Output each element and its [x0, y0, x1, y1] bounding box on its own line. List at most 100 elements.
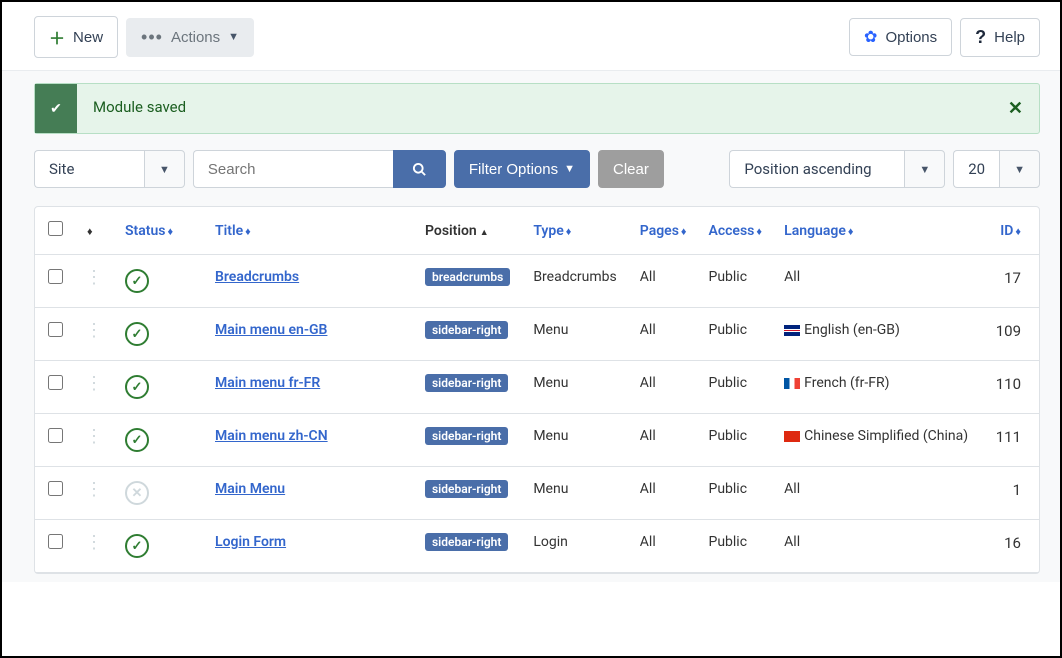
- pages-cell: All: [630, 308, 699, 361]
- chevron-down-icon: ▼: [228, 31, 239, 43]
- pages-cell: All: [630, 255, 699, 308]
- select-all-checkbox[interactable]: [48, 221, 63, 236]
- toolbar: ＋ New ••• Actions ▼ ✿ Options ? Help: [2, 2, 1060, 70]
- drag-handle-icon[interactable]: ⋮: [85, 532, 103, 553]
- column-status[interactable]: Status♦: [115, 207, 205, 255]
- sort-icon: ♦: [756, 225, 762, 238]
- filter-bar: Site ▼ Filter Options ▼ Clear Position a…: [34, 150, 1040, 188]
- language-cell: All: [774, 520, 984, 573]
- status-toggle[interactable]: ✓: [125, 375, 149, 399]
- sort-icon: ♦: [167, 225, 173, 238]
- sort-icon: ♦: [566, 225, 572, 238]
- access-cell: Public: [698, 255, 774, 308]
- new-button[interactable]: ＋ New: [34, 16, 118, 58]
- module-title-link[interactable]: Main Menu: [215, 481, 285, 497]
- filter-options-button[interactable]: Filter Options ▼: [454, 150, 590, 188]
- row-checkbox[interactable]: [48, 269, 63, 284]
- id-cell: 110: [984, 361, 1039, 414]
- position-badge[interactable]: sidebar-right: [425, 480, 508, 498]
- position-badge[interactable]: sidebar-right: [425, 533, 508, 551]
- alert-message: Module saved: [77, 84, 992, 133]
- success-alert: ✔ Module saved ✕: [34, 83, 1040, 134]
- language-cell: French (fr-FR): [774, 361, 984, 414]
- status-toggle[interactable]: ✕: [125, 481, 149, 505]
- limit-select-value: 20: [953, 150, 999, 188]
- status-toggle[interactable]: ✓: [125, 428, 149, 452]
- client-select-toggle[interactable]: ▼: [144, 150, 185, 188]
- column-language[interactable]: Language♦: [774, 207, 984, 255]
- search-button[interactable]: [393, 150, 446, 188]
- client-select[interactable]: Site ▼: [34, 150, 185, 188]
- access-cell: Public: [698, 414, 774, 467]
- clear-button[interactable]: Clear: [598, 150, 664, 188]
- new-button-label: New: [73, 29, 103, 46]
- column-access[interactable]: Access♦: [698, 207, 774, 255]
- id-cell: 17: [984, 255, 1039, 308]
- table-row: ⋮ ✓ Main menu fr-FR sidebar-right Menu A…: [35, 361, 1039, 414]
- status-toggle[interactable]: ✓: [125, 534, 149, 558]
- pages-cell: All: [630, 467, 699, 520]
- status-toggle[interactable]: ✓: [125, 269, 149, 293]
- module-title-link[interactable]: Breadcrumbs: [215, 269, 299, 285]
- column-ordering[interactable]: ♦: [75, 207, 115, 255]
- position-badge[interactable]: sidebar-right: [425, 427, 508, 445]
- drag-handle-icon[interactable]: ⋮: [85, 320, 103, 341]
- options-button-label: Options: [885, 29, 937, 46]
- chevron-down-icon: ▼: [159, 163, 170, 176]
- search-icon: [412, 162, 427, 177]
- column-id[interactable]: ID♦: [984, 207, 1039, 255]
- sort-icon: ♦: [848, 225, 854, 238]
- check-circle-icon: ✔: [50, 101, 62, 117]
- drag-handle-icon[interactable]: ⋮: [85, 267, 103, 288]
- modules-table: ♦ Status♦ Title♦ Position▲ Type♦ Pages♦ …: [34, 206, 1040, 574]
- help-button-label: Help: [994, 29, 1025, 46]
- row-checkbox[interactable]: [48, 428, 63, 443]
- alert-icon-box: ✔: [35, 84, 77, 133]
- sort-asc-icon: ▲: [480, 228, 489, 238]
- sort-select[interactable]: Position ascending ▼: [729, 150, 945, 188]
- drag-handle-icon[interactable]: ⋮: [85, 426, 103, 447]
- access-cell: Public: [698, 520, 774, 573]
- column-title[interactable]: Title♦: [205, 207, 415, 255]
- module-title-link[interactable]: Main menu fr-FR: [215, 375, 320, 391]
- limit-select-toggle[interactable]: ▼: [999, 150, 1040, 188]
- help-button[interactable]: ? Help: [960, 18, 1040, 57]
- search-input[interactable]: [193, 150, 393, 188]
- module-title-link[interactable]: Login Form: [215, 534, 286, 550]
- row-checkbox[interactable]: [48, 322, 63, 337]
- chevron-down-icon: ▼: [564, 163, 575, 175]
- close-alert-button[interactable]: ✕: [992, 84, 1039, 133]
- filter-options-label: Filter Options: [469, 161, 558, 178]
- actions-button[interactable]: ••• Actions ▼: [126, 18, 254, 57]
- module-title-link[interactable]: Main menu en-GB: [215, 322, 327, 338]
- language-cell: All: [774, 467, 984, 520]
- drag-handle-icon[interactable]: ⋮: [85, 373, 103, 394]
- position-badge[interactable]: sidebar-right: [425, 321, 508, 339]
- type-cell: Menu: [523, 467, 629, 520]
- column-type[interactable]: Type♦: [523, 207, 629, 255]
- row-checkbox[interactable]: [48, 375, 63, 390]
- column-position[interactable]: Position▲: [415, 207, 523, 255]
- sort-icon: ♦: [87, 225, 93, 238]
- limit-select[interactable]: 20 ▼: [953, 150, 1040, 188]
- question-icon: ?: [975, 27, 986, 48]
- position-badge[interactable]: sidebar-right: [425, 374, 508, 392]
- type-cell: Menu: [523, 308, 629, 361]
- column-pages[interactable]: Pages♦: [630, 207, 699, 255]
- module-title-link[interactable]: Main menu zh-CN: [215, 428, 328, 444]
- chevron-down-icon: ▼: [1014, 163, 1025, 176]
- row-checkbox[interactable]: [48, 481, 63, 496]
- sort-icon: ♦: [1015, 225, 1021, 238]
- id-cell: 109: [984, 308, 1039, 361]
- drag-handle-icon[interactable]: ⋮: [85, 479, 103, 500]
- close-icon: ✕: [1008, 98, 1023, 119]
- flag-gb-icon: [784, 325, 800, 336]
- language-cell: Chinese Simplified (China): [774, 414, 984, 467]
- sort-select-toggle[interactable]: ▼: [904, 150, 945, 188]
- status-toggle[interactable]: ✓: [125, 322, 149, 346]
- access-cell: Public: [698, 467, 774, 520]
- row-checkbox[interactable]: [48, 534, 63, 549]
- position-badge[interactable]: breadcrumbs: [425, 268, 510, 286]
- access-cell: Public: [698, 308, 774, 361]
- options-button[interactable]: ✿ Options: [849, 18, 952, 56]
